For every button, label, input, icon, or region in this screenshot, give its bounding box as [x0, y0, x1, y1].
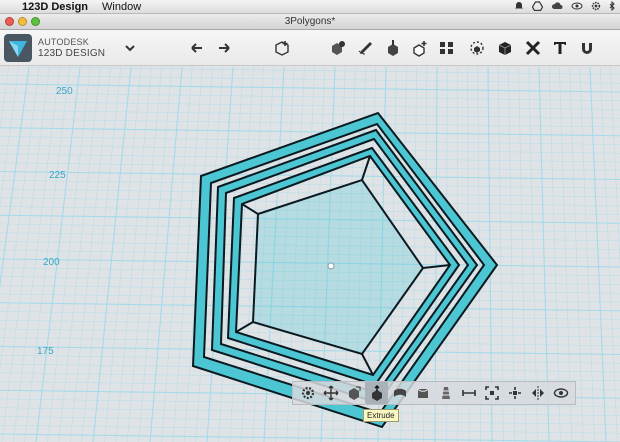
- window-title: 3Polygons*: [284, 16, 336, 27]
- combine-icon[interactable]: [493, 36, 517, 60]
- origin-marker: [327, 262, 335, 270]
- notification-icon[interactable]: [514, 1, 524, 14]
- redo-icon[interactable]: [212, 36, 236, 60]
- cloud-icon[interactable]: [551, 1, 563, 14]
- close-window-button[interactable]: [5, 17, 14, 26]
- construct-icon[interactable]: [381, 36, 405, 60]
- window-titlebar: 3Polygons*: [0, 14, 620, 30]
- y-axis-label-175: 175: [37, 346, 54, 357]
- status-tray: [514, 0, 616, 14]
- modify-icon[interactable]: [408, 36, 432, 60]
- visibility-eye-icon[interactable]: [549, 382, 572, 404]
- window-menu[interactable]: Window: [102, 1, 141, 13]
- brand-autodesk: AUTODESK: [38, 37, 89, 47]
- app-menu-chevron-icon[interactable]: [118, 36, 142, 60]
- smart-scale-icon[interactable]: [342, 382, 365, 404]
- mirror-icon[interactable]: [526, 382, 549, 404]
- zoom-window-button[interactable]: [31, 17, 40, 26]
- zoom-selected-icon[interactable]: [503, 382, 526, 404]
- main-toolbar: AUTODESK 123D DESIGN: [0, 30, 620, 66]
- bluetooth-icon[interactable]: [609, 0, 616, 14]
- measure-icon[interactable]: [521, 36, 545, 60]
- system-menubar: 123D Design Window: [0, 0, 620, 14]
- minimize-window-button[interactable]: [18, 17, 27, 26]
- measure-distance-icon[interactable]: [457, 382, 480, 404]
- eye-icon[interactable]: [571, 1, 583, 14]
- loft-icon[interactable]: [434, 382, 457, 404]
- settings-gear-icon[interactable]: [296, 382, 319, 404]
- snap-icon[interactable]: [575, 36, 599, 60]
- gear-icon[interactable]: [591, 1, 601, 14]
- sketch-icon[interactable]: [354, 36, 378, 60]
- pattern-icon[interactable]: [435, 36, 459, 60]
- y-axis-label-225: 225: [49, 170, 66, 181]
- brand-product: 123D DESIGN: [38, 48, 106, 59]
- new-primitive-icon[interactable]: [270, 36, 294, 60]
- grouping-icon[interactable]: [465, 36, 489, 60]
- undo-icon[interactable]: [185, 36, 209, 60]
- context-toolbar: [292, 381, 576, 405]
- fit-view-icon[interactable]: [480, 382, 503, 404]
- brand-label: AUTODESK 123D DESIGN: [38, 37, 105, 59]
- primitives-icon[interactable]: [326, 36, 350, 60]
- text-icon[interactable]: [548, 36, 572, 60]
- app-menu[interactable]: 123D Design: [22, 1, 88, 13]
- y-axis-label-200: 200: [43, 257, 60, 268]
- drive-icon[interactable]: [531, 0, 544, 14]
- revolve-icon[interactable]: [411, 382, 434, 404]
- sweep-icon[interactable]: [388, 382, 411, 404]
- app-logo[interactable]: [4, 34, 32, 62]
- y-axis-label-250: 250: [56, 86, 73, 97]
- extrude-tooltip: Extrude: [363, 409, 399, 422]
- move-icon[interactable]: [319, 382, 342, 404]
- extrude-icon[interactable]: [365, 382, 388, 404]
